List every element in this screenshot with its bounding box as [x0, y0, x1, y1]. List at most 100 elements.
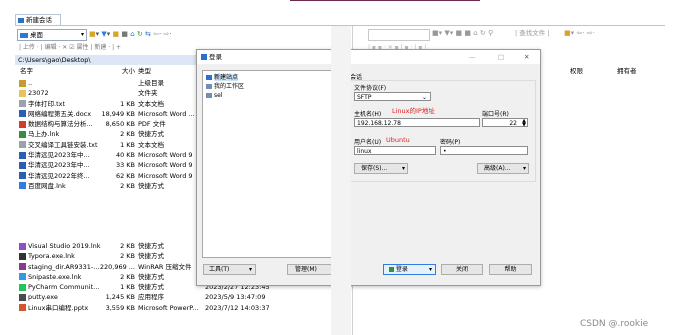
- pdf-file-icon: [19, 120, 26, 128]
- shortcut-icon: [19, 130, 26, 138]
- tools-dropdown-icon[interactable]: ▾: [249, 265, 252, 275]
- site-tree-item[interactable]: 新建站点: [203, 73, 338, 82]
- left-nav-icons: ■▾ ▼▾ ■ ■ ⌂ ↻ ⇆ ⇦· ⇨·: [89, 30, 172, 38]
- file-size: 220,969 ...: [99, 262, 135, 271]
- home-icon[interactable]: ⌂: [130, 30, 134, 38]
- file-name: 23072: [28, 89, 49, 98]
- col-type[interactable]: 类型: [138, 66, 151, 76]
- password-label: 密码(P): [440, 139, 461, 146]
- file-type: WinRAR 压缩文件: [138, 262, 192, 271]
- file-size: 2 KB: [120, 252, 135, 261]
- maximize-icon[interactable]: □: [498, 50, 504, 64]
- refresh-icon[interactable]: ↻: [137, 30, 143, 38]
- help-button[interactable]: 帮助: [489, 264, 532, 275]
- right-root-dir-icon[interactable]: ■: [464, 29, 471, 37]
- password-input[interactable]: •: [440, 146, 528, 155]
- root-dir-icon[interactable]: ■: [121, 30, 128, 38]
- file-type: 上级目录: [138, 79, 164, 87]
- protocol-label: 文件协议(F): [354, 85, 387, 92]
- file-type: Microsoft Word ...: [138, 109, 195, 118]
- help-button-label: 帮助: [504, 266, 517, 273]
- sync-icon[interactable]: ⇆: [145, 30, 151, 38]
- left-drive-row: 桌面 ▾ ■▾ ▼▾ ■ ■ ⌂ ↻ ⇆ ⇦· ⇨·: [15, 28, 330, 41]
- vs-icon: [19, 242, 26, 250]
- file-name: 百度网盘.lnk: [28, 181, 66, 190]
- file-name: Snipaste.exe.lnk: [28, 272, 82, 281]
- word-file-icon: [19, 172, 26, 180]
- login-dialog: 登录 — □ ✕ 新建站点 我的工作区 sel 会话 文件协议(F) SFTP ⌄ …: [196, 49, 541, 286]
- site-tree-item[interactable]: sel: [203, 91, 338, 100]
- file-size: 1 KB: [120, 283, 135, 292]
- pane-divider[interactable]: [331, 26, 351, 335]
- right-forward-icon[interactable]: ⇨: [587, 29, 593, 37]
- right-sync-icon[interactable]: ■: [564, 29, 571, 37]
- minimize-icon[interactable]: —: [469, 50, 476, 64]
- parent-dir-icon[interactable]: ■: [113, 30, 120, 38]
- open-folder-icon[interactable]: ■: [89, 30, 96, 38]
- dialog-title-bar[interactable]: 登录 — □ ✕: [197, 50, 540, 64]
- back-icon[interactable]: ⇦: [153, 30, 159, 38]
- file-size: 1 KB: [120, 99, 135, 108]
- filter-icon[interactable]: ▼: [101, 30, 106, 38]
- file-name: 网络编程第五关.docx: [28, 109, 92, 118]
- right-find-icon[interactable]: ⚲: [488, 29, 493, 37]
- col-perms[interactable]: 权限: [570, 66, 583, 76]
- password-value: •: [443, 148, 447, 155]
- manage-button-label: 管理(M): [295, 266, 317, 273]
- close-button[interactable]: 关闭: [441, 264, 483, 275]
- file-type: Microsoft Word 9: [138, 151, 193, 160]
- file-name: 马上办.lnk: [28, 130, 60, 139]
- monitor-icon: [18, 17, 24, 23]
- protocol-select[interactable]: SFTP ⌄: [354, 92, 431, 101]
- username-value: linux: [357, 148, 372, 155]
- port-value: 22: [509, 120, 517, 127]
- login-button[interactable]: 登录 ▾: [383, 264, 436, 275]
- site-tree-label: 新建站点: [214, 74, 239, 81]
- right-back-icon[interactable]: ⇦: [576, 29, 582, 37]
- file-date: 2023/5/9 13:47:09: [205, 293, 266, 302]
- login-dropdown-icon[interactable]: ▾: [429, 265, 432, 275]
- col-owner[interactable]: 拥有者: [617, 66, 637, 76]
- site-tree-item[interactable]: 我的工作区: [203, 82, 338, 91]
- col-size[interactable]: 大小: [122, 66, 135, 76]
- word-file-icon: [19, 161, 26, 169]
- right-open-folder-icon[interactable]: ■: [432, 29, 439, 37]
- right-home-icon[interactable]: ⌂: [473, 29, 477, 37]
- file-size: 8,650 KB: [105, 120, 135, 129]
- file-row[interactable]: putty.exe 1,245 KB 应用程序 2023/5/9 13:47:09: [15, 292, 330, 302]
- file-type: 文本文档: [138, 99, 164, 108]
- protocol-value: SFTP: [357, 94, 372, 101]
- file-size: 62 KB: [115, 171, 135, 180]
- forward-icon[interactable]: ⇨: [163, 30, 169, 38]
- close-icon[interactable]: ✕: [524, 50, 529, 64]
- save-dropdown-icon[interactable]: ▾: [402, 164, 405, 174]
- right-path-select[interactable]: [368, 29, 430, 41]
- right-parent-dir-icon[interactable]: ■: [456, 29, 463, 37]
- drive-select[interactable]: 桌面 ▾: [17, 29, 87, 41]
- file-type: 快捷方式: [138, 252, 164, 261]
- advanced-dropdown-icon[interactable]: ▾: [523, 164, 526, 174]
- advanced-button[interactable]: 高级(A)... ▾: [477, 163, 529, 174]
- user-label: 用户名(U): [354, 139, 382, 146]
- right-filter-icon[interactable]: ▼: [444, 29, 449, 37]
- tools-button[interactable]: 工具(T) ▾: [203, 264, 256, 275]
- save-button[interactable]: 保存(S)... ▾: [354, 163, 408, 174]
- host-input[interactable]: 192.168.12.78: [354, 118, 480, 127]
- file-row[interactable]: Linux串口编程.pptx 3,559 KB Microsoft PowerP..…: [15, 303, 330, 313]
- right-refresh-icon[interactable]: ↻: [480, 29, 486, 37]
- port-input[interactable]: 22 ▲ ▼: [482, 118, 528, 128]
- right-nav-arrows: ■▾ ⇦· ⇨·: [564, 29, 595, 37]
- file-size: 2 KB: [120, 181, 135, 190]
- right-toolbar-text[interactable]: | 查找文件 |: [515, 28, 550, 39]
- username-input[interactable]: linux: [354, 146, 436, 155]
- left-toolbar-text[interactable]: | 上传 · | 编辑 · ✕ ☑ 属性 | 新建 · | +: [19, 44, 121, 51]
- file-name: 交叉编译工具链安装.txt: [28, 140, 98, 149]
- pycharm-icon: [19, 283, 26, 291]
- top-strip: [0, 0, 682, 14]
- file-type: 应用程序: [138, 293, 164, 302]
- file-size: 2 KB: [120, 272, 135, 281]
- file-type: Microsoft PowerP...: [138, 303, 199, 312]
- spinner-icon[interactable]: ▲ ▼: [522, 119, 526, 128]
- col-name[interactable]: 名字: [20, 66, 33, 76]
- text-file-icon: [19, 100, 26, 108]
